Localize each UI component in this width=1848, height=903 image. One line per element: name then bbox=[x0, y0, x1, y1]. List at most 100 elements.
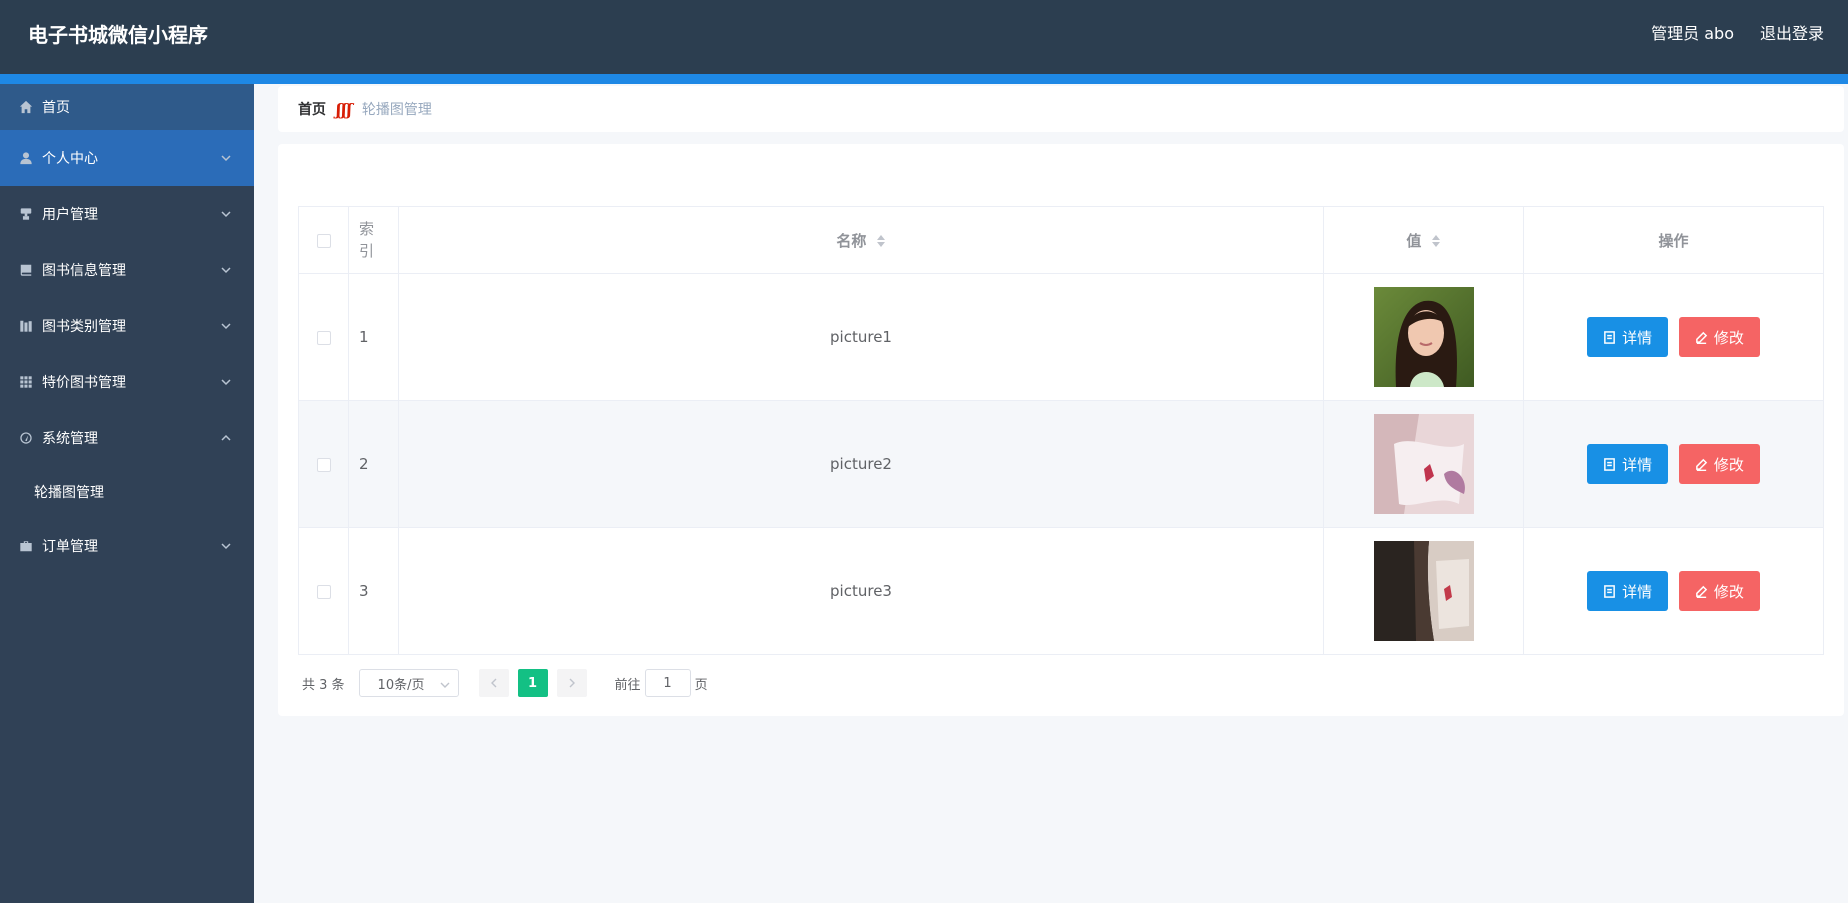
sidebar-item-book-info[interactable]: 图书信息管理 bbox=[0, 242, 254, 298]
row-checkbox-cell bbox=[298, 400, 349, 528]
select-all-checkbox[interactable] bbox=[316, 233, 331, 248]
chevron-down-icon bbox=[220, 208, 232, 220]
sidebar-item-personal-center[interactable]: 个人中心 bbox=[0, 130, 254, 186]
goto-page-input[interactable] bbox=[644, 669, 691, 697]
document-icon bbox=[1604, 584, 1615, 598]
chevron-down-icon bbox=[220, 320, 232, 332]
carousel-table: 索引 名称 值 操作 1 picture1 详情 修改 2 picture2 详… bbox=[298, 206, 1824, 655]
row-ops-cell: 详情 修改 bbox=[1523, 527, 1824, 655]
top-header: 电子书城微信小程序 管理员 abo 退出登录 bbox=[0, 0, 1848, 74]
row-value-cell bbox=[1323, 527, 1524, 655]
sort-icon[interactable] bbox=[876, 234, 886, 248]
sidebar-item-system[interactable]: 系统管理 bbox=[0, 410, 254, 466]
detail-button-label: 详情 bbox=[1622, 328, 1653, 347]
row-name: picture3 bbox=[398, 527, 1324, 655]
chevron-right-icon bbox=[569, 678, 575, 688]
sidebar-item-book-category[interactable]: 图书类别管理 bbox=[0, 298, 254, 354]
edit-button[interactable]: 修改 bbox=[1678, 317, 1760, 357]
breadcrumb-separator-icon: ʃʃʃ bbox=[336, 99, 352, 119]
row-checkbox-cell bbox=[298, 273, 349, 401]
breadcrumb-home[interactable]: 首页 bbox=[298, 99, 326, 119]
prev-page-button[interactable] bbox=[478, 669, 509, 697]
sidebar-item-orders[interactable]: 订单管理 bbox=[0, 518, 254, 574]
chevron-down-icon bbox=[440, 679, 450, 689]
edit-icon bbox=[1696, 458, 1708, 471]
grid-icon bbox=[18, 374, 34, 390]
chevron-down-icon bbox=[220, 152, 232, 164]
sidebar-item-label: 首页 bbox=[42, 100, 70, 116]
row-name: picture1 bbox=[398, 273, 1324, 401]
sort-icon[interactable] bbox=[1431, 234, 1441, 248]
goto-label: 前往 bbox=[614, 677, 641, 693]
category-icon bbox=[18, 318, 34, 334]
edit-button[interactable]: 修改 bbox=[1678, 571, 1760, 611]
edit-button-label: 修改 bbox=[1713, 582, 1744, 601]
goto-page: 前往 页 bbox=[615, 669, 708, 697]
header-ops: 操作 bbox=[1523, 206, 1824, 274]
row-index: 1 bbox=[348, 273, 399, 401]
pagination: 共 3 条 10条/页 1 前往 页 bbox=[302, 668, 708, 698]
header-value[interactable]: 值 bbox=[1323, 206, 1524, 274]
chevron-left-icon bbox=[490, 678, 497, 688]
row-ops-cell: 详情 修改 bbox=[1523, 273, 1824, 401]
header-value-label: 值 bbox=[1406, 231, 1422, 250]
header-name-label: 名称 bbox=[836, 231, 867, 250]
page-size-select[interactable]: 10条/页 bbox=[358, 669, 459, 697]
sidebar-item-label: 订单管理 bbox=[42, 539, 98, 555]
breadcrumb-current: 轮播图管理 bbox=[361, 102, 432, 118]
sidebar-item-label: 用户管理 bbox=[42, 207, 98, 223]
sidebar-subitem-carousel[interactable]: 轮播图管理 bbox=[0, 466, 254, 518]
goto-suffix: 页 bbox=[694, 677, 708, 693]
app-title: 电子书城微信小程序 bbox=[28, 23, 208, 47]
page-size-value: 10条/页 bbox=[377, 677, 425, 693]
row-checkbox-cell bbox=[298, 527, 349, 655]
row-checkbox[interactable] bbox=[316, 457, 331, 472]
logout-button[interactable]: 退出登录 bbox=[1760, 22, 1824, 46]
pagination-total: 共 3 条 bbox=[302, 677, 345, 693]
header-name[interactable]: 名称 bbox=[398, 206, 1324, 274]
table-row: 1 picture1 详情 修改 bbox=[298, 273, 1824, 401]
row-checkbox[interactable] bbox=[316, 584, 331, 599]
home-icon bbox=[18, 99, 34, 115]
edit-button[interactable]: 修改 bbox=[1678, 444, 1760, 484]
sidebar-item-special-books[interactable]: 特价图书管理 bbox=[0, 354, 254, 410]
page-number-current[interactable]: 1 bbox=[517, 669, 548, 697]
edit-button-label: 修改 bbox=[1713, 455, 1744, 474]
sidebar-item-user-management[interactable]: 用户管理 bbox=[0, 186, 254, 242]
header-ops-label: 操作 bbox=[1658, 231, 1689, 250]
admin-user-label[interactable]: 管理员 abo bbox=[1651, 22, 1734, 46]
table-row: 3 picture3 详情 修改 bbox=[298, 527, 1824, 655]
sidebar-item-label: 个人中心 bbox=[42, 151, 98, 167]
edit-icon bbox=[1696, 331, 1708, 344]
main-content-card: 索引 名称 值 操作 1 picture1 详情 修改 2 picture2 详… bbox=[278, 144, 1844, 716]
row-value-cell bbox=[1323, 273, 1524, 401]
edit-icon bbox=[1696, 585, 1708, 598]
user-icon bbox=[18, 150, 34, 166]
sidebar-item-label: 图书信息管理 bbox=[42, 263, 126, 279]
header-accent-bar bbox=[0, 74, 1848, 84]
edit-button-label: 修改 bbox=[1713, 328, 1744, 347]
row-index: 2 bbox=[348, 400, 399, 528]
row-index: 3 bbox=[348, 527, 399, 655]
next-page-button[interactable] bbox=[556, 669, 587, 697]
header-index: 索引 bbox=[348, 206, 399, 274]
dark-book-photo-thumbnail[interactable] bbox=[1373, 541, 1474, 641]
briefcase-icon bbox=[18, 538, 34, 554]
header-checkbox-cell bbox=[298, 206, 349, 274]
table-header-row: 索引 名称 值 操作 bbox=[298, 206, 1824, 274]
sidebar: 首页 个人中心 用户管理 图书信息管理 图书类别管理 特价图书管理 系统管理 轮… bbox=[0, 84, 254, 903]
sidebar-item-label: 特价图书管理 bbox=[42, 375, 126, 391]
row-name: picture2 bbox=[398, 400, 1324, 528]
detail-button[interactable]: 详情 bbox=[1587, 571, 1669, 611]
portrait-photo-thumbnail[interactable] bbox=[1373, 287, 1474, 387]
detail-button[interactable]: 详情 bbox=[1587, 317, 1669, 357]
chevron-down-icon bbox=[220, 264, 232, 276]
detail-button[interactable]: 详情 bbox=[1587, 444, 1669, 484]
breadcrumb: 首页 ʃʃʃ 轮播图管理 bbox=[278, 86, 1844, 132]
book-pages-photo-thumbnail[interactable] bbox=[1373, 414, 1474, 514]
chevron-down-icon bbox=[220, 540, 232, 552]
sidebar-item-label: 系统管理 bbox=[42, 431, 98, 447]
sidebar-item-home[interactable]: 首页 bbox=[0, 84, 254, 130]
document-icon bbox=[1604, 330, 1615, 344]
row-checkbox[interactable] bbox=[316, 330, 331, 345]
